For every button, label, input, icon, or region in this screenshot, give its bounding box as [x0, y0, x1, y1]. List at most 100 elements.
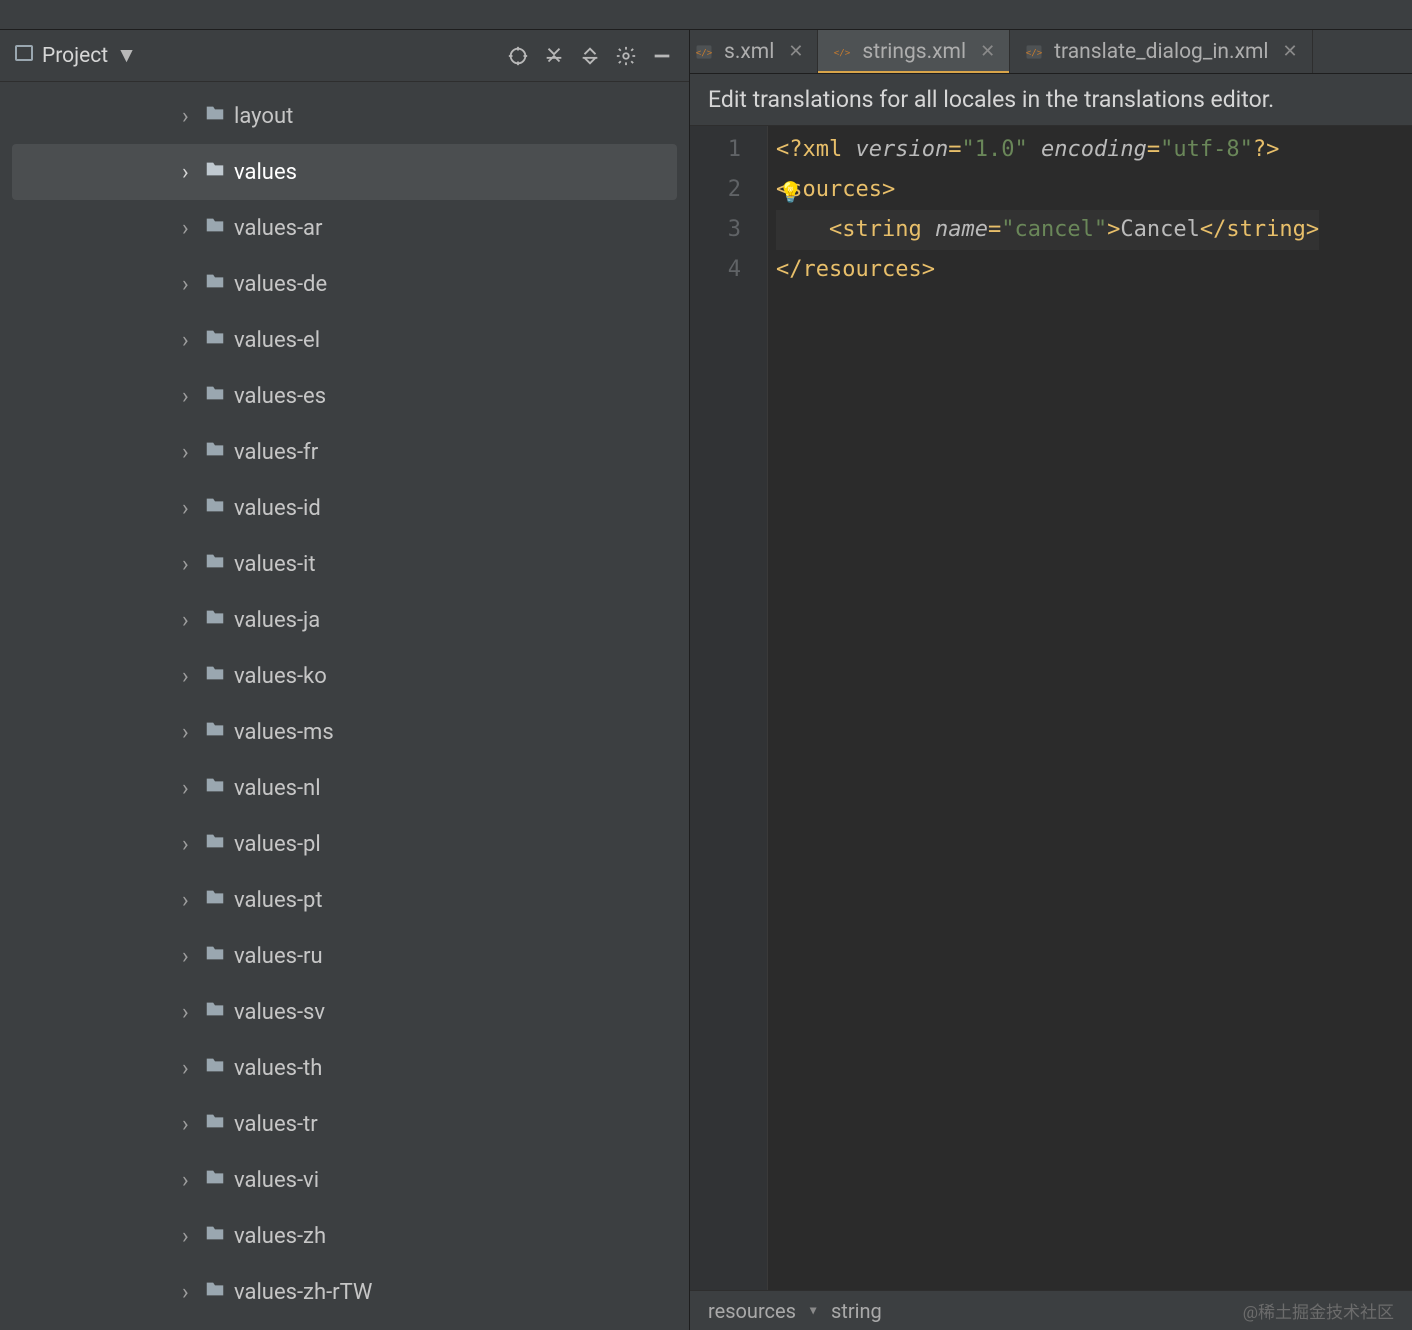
tree-item-label: values-pt	[234, 888, 323, 913]
folder-icon	[204, 158, 226, 186]
tab-label: s.xml	[724, 40, 774, 64]
tree-item-label: values-it	[234, 552, 316, 577]
tree-folder-values-tr[interactable]: ›values-tr	[12, 1096, 677, 1152]
code-editor[interactable]: 1234 💡 <?xml version="1.0" encoding="utf…	[690, 126, 1412, 1290]
breadcrumb-item[interactable]: resources	[708, 1299, 796, 1323]
tree-folder-values-ko[interactable]: › values-ko	[12, 648, 677, 704]
close-tab-icon[interactable]: ✕	[980, 41, 995, 62]
translations-banner[interactable]: Edit translations for all locales in the…	[690, 74, 1412, 126]
tree-folder-values-ar[interactable]: ›values-ar	[12, 200, 677, 256]
tree-item-label: layout	[234, 104, 293, 129]
collapse-all-icon[interactable]	[577, 43, 603, 69]
project-title[interactable]: Project	[42, 44, 108, 68]
chevron-right-icon: ›	[182, 160, 196, 185]
folder-icon	[204, 494, 226, 522]
project-tree[interactable]: ›layout›values›values-ar›values-de›value…	[0, 82, 689, 1330]
chevron-right-icon: ›	[182, 664, 196, 689]
project-view-icon	[14, 43, 34, 69]
close-tab-icon[interactable]: ✕	[788, 41, 803, 62]
string-text: Cancel	[1120, 217, 1199, 242]
chevron-right-icon: ›	[182, 1056, 196, 1081]
chevron-right-icon: ›	[182, 1224, 196, 1249]
breadcrumb-item[interactable]: string	[831, 1299, 882, 1323]
top-navigation-bar	[0, 0, 1412, 30]
chevron-right-icon: ›	[182, 1168, 196, 1193]
line-number: 3	[690, 210, 741, 250]
tree-folder-values-fr[interactable]: ›values-fr	[12, 424, 677, 480]
xml-file-icon: </>	[694, 42, 714, 62]
settings-gear-icon[interactable]	[613, 43, 639, 69]
project-header: Project ▼	[0, 30, 689, 82]
folder-icon	[204, 662, 226, 690]
expand-all-icon[interactable]	[541, 43, 567, 69]
tree-item-label: values-de	[234, 272, 327, 297]
folder-icon	[204, 270, 226, 298]
tree-folder-values-zh[interactable]: › values-zh	[12, 1208, 677, 1264]
tree-item-label: values-ms	[234, 720, 334, 745]
chevron-right-icon: ›	[182, 552, 196, 577]
tree-folder-values-th[interactable]: › values-th	[12, 1040, 677, 1096]
tree-folder-values-it[interactable]: › values-it	[12, 536, 677, 592]
tree-item-label: values-el	[234, 328, 320, 353]
tree-folder-values-sv[interactable]: ›values-sv	[12, 984, 677, 1040]
tree-item-label: values-es	[234, 384, 326, 409]
xml-pi-encoding-val: "utf-8"	[1160, 137, 1253, 162]
tree-folder-values-zh-rTW[interactable]: ›values-zh-rTW	[12, 1264, 677, 1320]
code-area[interactable]: 💡 <?xml version="1.0" encoding="utf-8"?>…	[768, 126, 1319, 1290]
tree-item-label: values-id	[234, 496, 321, 521]
locate-file-icon[interactable]	[505, 43, 531, 69]
project-scope-dropdown-icon[interactable]: ▼	[116, 44, 137, 68]
tab-label: strings.xml	[862, 40, 966, 64]
tree-item-label: values-zh	[234, 1224, 326, 1249]
tree-item-label: values-pl	[234, 832, 321, 857]
tree-item-label: values-ko	[234, 664, 327, 689]
chevron-right-icon: ›	[182, 272, 196, 297]
root-close-tag: resources	[803, 257, 922, 282]
tree-item-label: values-tr	[234, 1112, 318, 1137]
chevron-right-icon: ›	[182, 384, 196, 409]
tree-folder-values-ms[interactable]: ›values-ms	[12, 704, 677, 760]
tree-folder-values[interactable]: ›values	[12, 144, 677, 200]
folder-icon	[204, 1222, 226, 1250]
xml-pi-encoding-attr: encoding	[1041, 137, 1147, 162]
string-close-tag: string	[1226, 217, 1305, 242]
chevron-right-icon: ›	[182, 328, 196, 353]
editor-tab[interactable]: </> strings.xml ✕	[818, 30, 1010, 73]
svg-text:</>: </>	[1026, 47, 1043, 58]
svg-text:</>: </>	[696, 47, 713, 58]
chevron-right-icon: ›	[182, 776, 196, 801]
chevron-right-icon: ›	[182, 608, 196, 633]
folder-icon	[204, 1166, 226, 1194]
folder-icon	[204, 718, 226, 746]
tree-folder-values-es[interactable]: › values-es	[12, 368, 677, 424]
folder-icon	[204, 1054, 226, 1082]
intention-bulb-icon[interactable]: 💡	[778, 172, 803, 212]
tree-folder-layout[interactable]: ›layout	[12, 88, 677, 144]
tree-folder-values-pl[interactable]: ›values-pl	[12, 816, 677, 872]
tree-folder-values-ja[interactable]: › values-ja	[12, 592, 677, 648]
tree-item-label: values-ar	[234, 216, 322, 241]
tree-item-label: values-ru	[234, 944, 323, 969]
editor-tab[interactable]: </>translate_dialog_in.xml✕	[1010, 30, 1312, 73]
hide-panel-icon[interactable]	[649, 43, 675, 69]
folder-icon	[204, 382, 226, 410]
tree-folder-values-vi[interactable]: ›values-vi	[12, 1152, 677, 1208]
chevron-right-icon: ›	[182, 440, 196, 465]
tree-folder-values-pt[interactable]: ›values-pt	[12, 872, 677, 928]
close-tab-icon[interactable]: ✕	[1283, 41, 1298, 62]
tree-folder-values-de[interactable]: › values-de	[12, 256, 677, 312]
editor-gutter: 1234	[690, 126, 768, 1290]
tree-item-label: values-ja	[234, 608, 320, 633]
xml-file-icon: </>	[832, 42, 852, 62]
folder-icon	[204, 606, 226, 634]
tree-folder-values-ru[interactable]: ›values-ru	[12, 928, 677, 984]
folder-icon	[204, 326, 226, 354]
tree-folder-values-el[interactable]: › values-el	[12, 312, 677, 368]
tree-item-label: values-th	[234, 1056, 322, 1081]
string-open-tag: string	[842, 217, 921, 242]
editor-tab[interactable]: </> s.xml ✕	[690, 30, 818, 73]
tree-folder-values-nl[interactable]: ›values-nl	[12, 760, 677, 816]
tree-folder-values-id[interactable]: ›values-id	[12, 480, 677, 536]
folder-icon	[204, 1278, 226, 1306]
editor-tab-bar: </>s.xml✕</>strings.xml✕</>translate_dia…	[690, 30, 1412, 74]
